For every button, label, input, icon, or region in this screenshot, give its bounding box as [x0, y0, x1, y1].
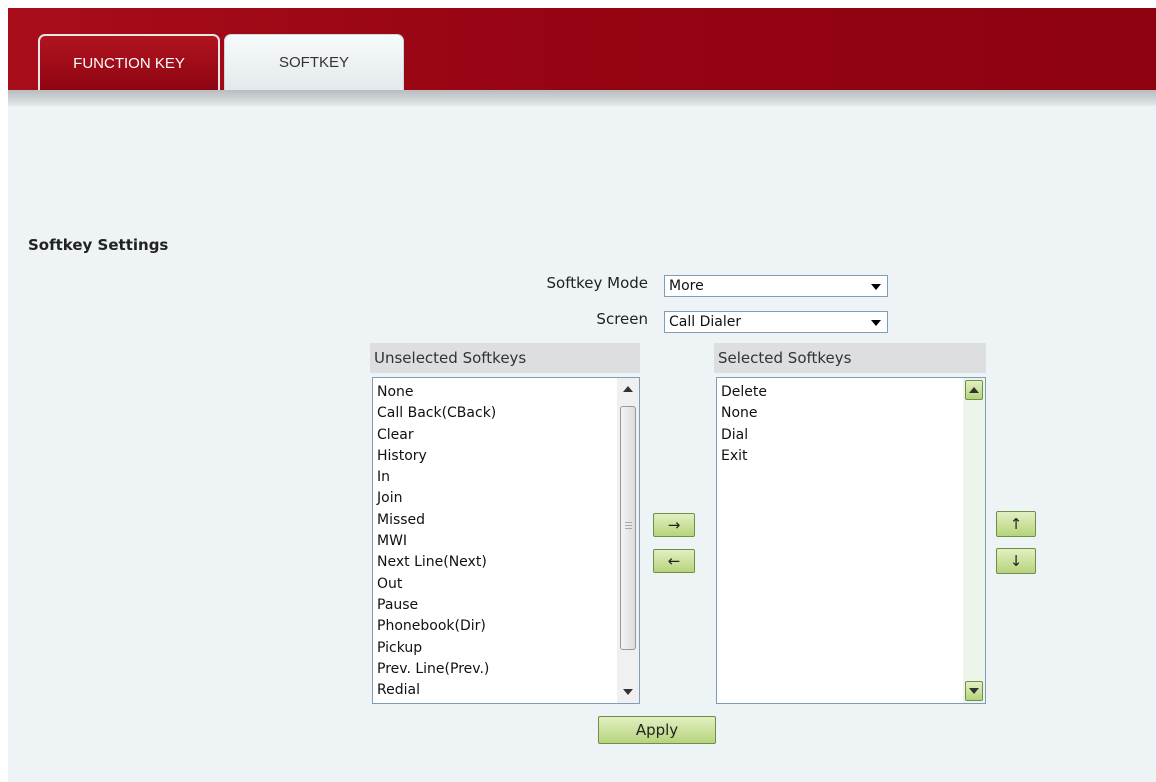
chevron-down-icon	[871, 320, 881, 326]
section-title: Softkey Settings	[28, 236, 169, 254]
header-bar: FUNCTION KEY SOFTKEY	[8, 8, 1156, 90]
scroll-down-button[interactable]	[965, 681, 983, 701]
unselected-softkeys-list[interactable]: None Call Back(CBack) Clear History In J…	[372, 377, 640, 704]
move-left-button[interactable]: ←	[653, 549, 695, 573]
arrow-right-icon: →	[667, 515, 681, 534]
softkey-mode-select[interactable]: More	[664, 275, 888, 297]
list-item[interactable]: Prev. Line(Prev.)	[377, 659, 615, 680]
unselected-items: None Call Back(CBack) Clear History In J…	[377, 382, 615, 701]
header-divider	[8, 90, 1156, 106]
apply-button[interactable]: Apply	[598, 716, 716, 744]
selected-softkeys-list[interactable]: Delete None Dial Exit	[716, 377, 986, 704]
scroll-down-arrow-icon[interactable]	[623, 689, 633, 695]
tab-function-key-label: FUNCTION KEY	[73, 54, 185, 72]
scroll-up-button[interactable]	[965, 380, 983, 400]
page-frame: FUNCTION KEY SOFTKEY Softkey Settings So…	[8, 8, 1156, 782]
scroll-up-arrow-icon[interactable]	[623, 386, 633, 392]
list-item[interactable]: Next Line(Next)	[377, 552, 615, 573]
softkey-mode-label: Softkey Mode	[546, 274, 649, 292]
unselected-scrollbar[interactable]	[617, 378, 639, 703]
scroll-up-arrow-icon	[969, 387, 979, 393]
list-item[interactable]: Delete	[721, 382, 961, 403]
scroll-down-arrow-icon	[969, 688, 979, 694]
list-item[interactable]: Pause	[377, 595, 615, 616]
list-item[interactable]: Phonebook(Dir)	[377, 616, 615, 637]
selected-items: Delete None Dial Exit	[721, 382, 961, 467]
move-up-button[interactable]: ↑	[996, 511, 1036, 537]
list-item[interactable]: Exit	[721, 446, 961, 467]
selected-scrollbar[interactable]	[963, 378, 985, 703]
list-item[interactable]: None	[377, 382, 615, 403]
list-item[interactable]: Dial	[721, 425, 961, 446]
tab-softkey[interactable]: SOFTKEY	[224, 34, 404, 90]
grip-line	[625, 522, 632, 523]
softkey-mode-value: More	[669, 278, 704, 294]
scrollbar-thumb[interactable]	[620, 406, 636, 650]
list-item[interactable]: Call Back(CBack)	[377, 403, 615, 424]
grip-line	[625, 525, 632, 526]
apply-button-label: Apply	[635, 721, 679, 739]
move-right-button[interactable]: →	[653, 513, 695, 537]
arrow-up-icon: ↑	[1009, 514, 1023, 533]
screen-label: Screen	[596, 310, 648, 328]
tab-softkey-label: SOFTKEY	[278, 54, 349, 71]
list-item[interactable]: MWI	[377, 531, 615, 552]
list-item[interactable]: Pickup	[377, 638, 615, 659]
list-item[interactable]: Join	[377, 488, 615, 509]
screen-value: Call Dialer	[669, 314, 742, 330]
chevron-down-icon	[871, 284, 881, 290]
list-item[interactable]: Missed	[377, 510, 615, 531]
list-item[interactable]: History	[377, 446, 615, 467]
unselected-softkeys-header: Unselected Softkeys	[370, 343, 640, 373]
move-down-button[interactable]: ↓	[996, 548, 1036, 574]
arrow-down-icon: ↓	[1009, 551, 1023, 570]
screen-select[interactable]: Call Dialer	[664, 311, 888, 333]
list-item[interactable]: Clear	[377, 425, 615, 446]
list-item[interactable]: Out	[377, 574, 615, 595]
arrow-left-icon: ←	[667, 551, 681, 570]
selected-softkeys-header: Selected Softkeys	[714, 343, 986, 373]
list-item[interactable]: Redial	[377, 680, 615, 701]
list-item[interactable]: In	[377, 467, 615, 488]
list-item[interactable]: None	[721, 403, 961, 424]
tab-function-key[interactable]: FUNCTION KEY	[38, 34, 220, 90]
grip-line	[625, 528, 632, 529]
